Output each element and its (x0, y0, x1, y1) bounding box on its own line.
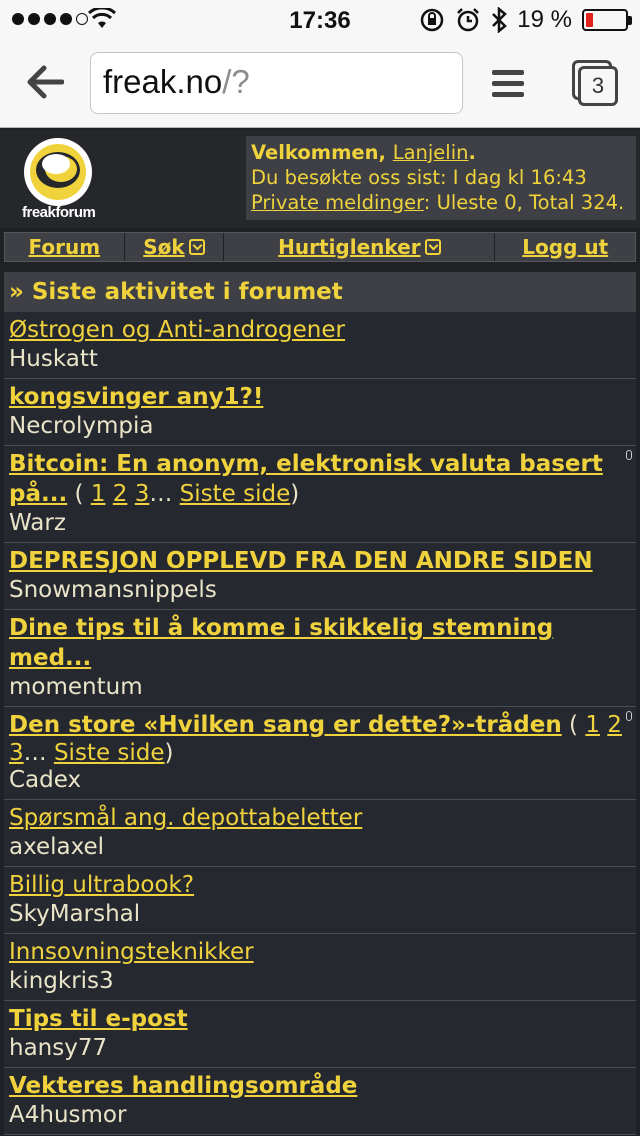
list-item: Den store «Hvilken sang er dette?»-tråde… (4, 707, 636, 800)
thread-title-link[interactable]: kongsvinger any1?! (9, 384, 263, 410)
tabs-button[interactable]: 3 (572, 60, 618, 106)
thread-title-link[interactable]: Innsovningsteknikker (9, 939, 254, 965)
nav-forum[interactable]: Forum (5, 233, 125, 261)
recent-activity: » Siste aktivitet i forumet Østrogen og … (4, 272, 636, 1135)
last-poster: Warz (9, 510, 66, 536)
list-item: DEPRESJON OPPLEVD FRA DEN ANDRE SIDEN Sno… (4, 543, 636, 610)
private-messages-link[interactable]: Private meldinger (251, 191, 424, 214)
last-poster: Cadex (9, 767, 82, 793)
list-item: kongsvinger any1?! Necrolympia (4, 379, 636, 446)
list-item: Østrogen og Anti-androgener Huskatt (4, 312, 636, 379)
url-host: freak.no (103, 63, 223, 100)
thread-title-link[interactable]: Den store «Hvilken sang er dette?»-tråde… (9, 712, 562, 738)
last-poster: SkyMarshal (9, 901, 141, 927)
list-item: Bitcoin: En anonym, elektronisk valuta b… (4, 446, 636, 543)
last-poster: axelaxel (9, 834, 105, 860)
username-link[interactable]: Lanjelin (393, 141, 469, 164)
list-item: Innsovningsteknikker kingkris3 (4, 934, 636, 1001)
nav-quicklinks[interactable]: Hurtiglenker (224, 233, 496, 261)
address-bar[interactable]: freak.no/? (90, 52, 463, 114)
nav-logout[interactable]: Logg ut (495, 233, 635, 261)
last-poster: A4husmor (9, 1102, 127, 1128)
greeting: Velkommen, (251, 141, 393, 164)
list-item: Dine tips til å komme i skikkelig stemni… (4, 610, 636, 707)
list-item: Vekteres handlingsområde A4husmor (4, 1068, 636, 1135)
url-path: /? (222, 63, 250, 100)
nav-search[interactable]: Søk (125, 233, 225, 261)
section-title: » Siste aktivitet i forumet (4, 272, 636, 312)
bluetooth-icon (492, 7, 508, 33)
last-poster: Huskatt (9, 346, 98, 372)
freakforum-logo-icon[interactable] (18, 138, 100, 208)
back-arrow-icon[interactable] (24, 64, 64, 100)
last-page-link[interactable]: Siste side (54, 740, 165, 766)
last-poster: Snowmansnippels (9, 577, 217, 603)
list-item: Spørsmål ang. depottabeletter axelaxel (4, 800, 636, 867)
last-poster: hansy77 (9, 1035, 108, 1061)
paperclip-icon (626, 711, 632, 721)
battery-percent: 19 % (517, 6, 572, 33)
pm-status: : Uleste 0, Total 324. (423, 191, 625, 214)
forum-nav: Forum Søk Hurtiglenker Logg ut (4, 232, 636, 262)
list-item: Tips til e-post hansy77 (4, 1001, 636, 1068)
last-poster: kingkris3 (9, 968, 114, 994)
welcome-panel: Velkommen, Lanjelin. Du besøkte oss sist… (246, 136, 636, 220)
orientation-lock-icon (421, 8, 444, 32)
last-visit: Du besøkte oss sist: I dag kl 16:43 (251, 166, 587, 189)
status-bar: 17:36 19 % (0, 0, 640, 40)
battery-icon (582, 9, 632, 31)
thread-title-link[interactable]: Dine tips til å komme i skikkelig stemni… (9, 615, 553, 671)
thread-title-link[interactable]: Spørsmål ang. depottabeletter (9, 805, 362, 831)
logo-wordmark: freakforum (22, 204, 96, 221)
thread-title-link[interactable]: Østrogen og Anti-androgener (9, 317, 345, 343)
thread-title-link[interactable]: Vekteres handlingsområde (9, 1073, 357, 1099)
browser-toolbar: freak.no/? 3 (0, 40, 640, 128)
thread-title-link[interactable]: DEPRESJON OPPLEVD FRA DEN ANDRE SIDEN (9, 548, 593, 574)
page-links: ( 1 2 3… Siste side) (67, 481, 300, 507)
tab-count: 3 (578, 66, 618, 106)
page-link[interactable]: 3 (135, 481, 150, 507)
dropdown-icon (424, 239, 441, 255)
paperclip-icon (626, 450, 632, 460)
page-link[interactable]: 2 (113, 481, 128, 507)
thread-title-link[interactable]: Billig ultrabook? (9, 872, 194, 898)
hamburger-menu-icon[interactable] (492, 70, 524, 103)
alarm-icon (457, 8, 480, 32)
page-link[interactable]: 1 (91, 481, 106, 507)
last-page-link[interactable]: Siste side (180, 481, 291, 507)
last-poster: momentum (9, 674, 143, 700)
page-link[interactable]: 1 (585, 712, 600, 738)
page-link[interactable]: 3 (9, 740, 24, 766)
last-poster: Necrolympia (9, 413, 154, 439)
list-item: Billig ultrabook? SkyMarshal (4, 867, 636, 934)
page-link[interactable]: 2 (607, 712, 622, 738)
dropdown-icon (188, 239, 205, 255)
thread-title-link[interactable]: Tips til e-post (9, 1006, 188, 1032)
